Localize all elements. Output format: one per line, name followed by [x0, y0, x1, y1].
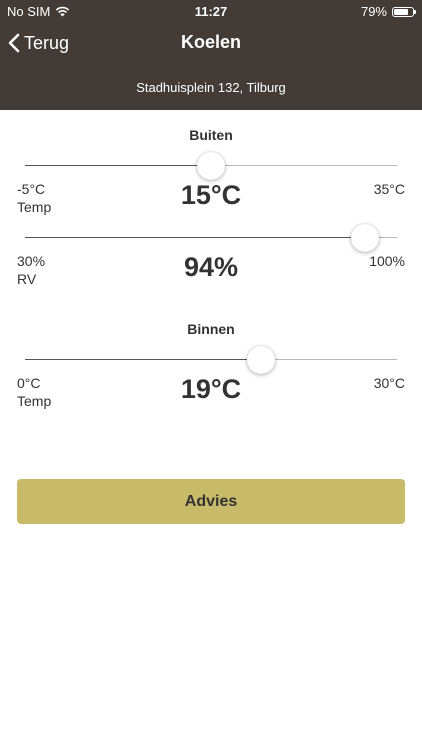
- section-title-outside: Buiten: [189, 127, 233, 143]
- status-time: 11:27: [194, 4, 228, 19]
- header: No SIM 11:27 79% Terug Koelen Stadhuispl…: [0, 0, 422, 110]
- battery-percent: 79%: [360, 4, 387, 19]
- advice-button[interactable]: Advies: [17, 479, 405, 524]
- status-bar: No SIM 11:27 79%: [0, 0, 422, 22]
- status-right: 79%: [360, 4, 416, 19]
- back-button[interactable]: Terug: [8, 30, 69, 56]
- section-title-inside: Binnen: [187, 321, 235, 337]
- outside-temp-max-label: 35°C: [373, 181, 405, 197]
- slider-thumb[interactable]: [197, 152, 225, 180]
- outside-temp-slider[interactable]: [25, 152, 397, 180]
- chevron-left-icon: [8, 33, 20, 53]
- slider-fill: [25, 359, 261, 360]
- outside-humidity-value: 94%: [183, 252, 239, 282]
- slider-fill: [25, 237, 366, 238]
- slider-thumb[interactable]: [246, 346, 275, 374]
- inside-temp-max-label: 30°C: [373, 375, 405, 391]
- back-label: Terug: [24, 32, 70, 53]
- battery-level: [394, 8, 409, 15]
- battery-icon: [392, 6, 416, 17]
- inside-temp-value: 19°C: [180, 374, 242, 404]
- slider-fill: [25, 165, 211, 166]
- slider-thumb[interactable]: [351, 224, 380, 252]
- outside-temp-value: 15°C: [180, 180, 242, 210]
- inside-temp-slider[interactable]: [25, 346, 397, 374]
- outside-humidity-max-label: 100%: [369, 253, 405, 269]
- outside-humidity-slider[interactable]: [25, 224, 397, 252]
- address-label: Stadhuisplein 132, Tilburg: [136, 80, 286, 95]
